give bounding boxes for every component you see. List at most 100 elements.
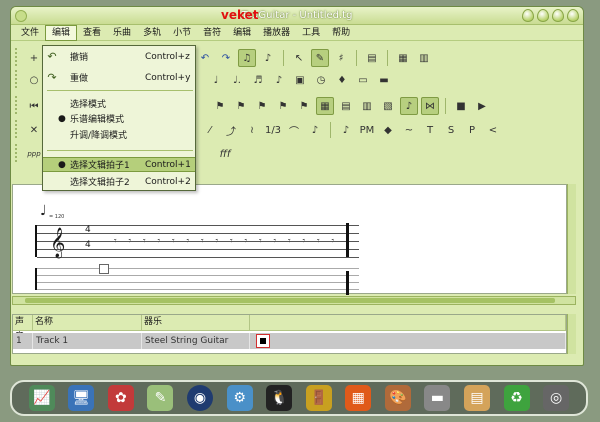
rest-note[interactable]: 𝄾 xyxy=(245,236,248,247)
mixed-view-icon[interactable]: ⋈ xyxy=(421,97,439,115)
chart-app-icon[interactable]: 📈 xyxy=(28,385,55,411)
marker-icon[interactable]: ▭ xyxy=(354,71,372,89)
camera-icon[interactable]: ◎ xyxy=(543,385,570,411)
score-vertical-scrollbar[interactable] xyxy=(567,184,576,294)
menu-note[interactable]: 音符 xyxy=(197,26,227,40)
column-header-number[interactable]: 声音 xyxy=(13,315,33,342)
toolbar-grip[interactable] xyxy=(15,48,20,66)
palm-mute-button[interactable]: PM xyxy=(358,121,376,139)
sharp-icon[interactable]: ♯ xyxy=(332,49,350,67)
network-icon[interactable]: ⚙ xyxy=(226,385,253,411)
note-cursor[interactable] xyxy=(99,264,109,274)
recycle-icon[interactable]: ♻ xyxy=(503,385,530,411)
new-file-icon[interactable]: + xyxy=(25,49,43,67)
flag-icon[interactable]: ⚑ xyxy=(274,97,292,115)
rest-note[interactable]: 𝄾 xyxy=(216,236,219,247)
menu-view[interactable]: 查看 xyxy=(77,26,107,40)
dotted-note-icon[interactable]: ♩. xyxy=(228,71,246,89)
first-measure-icon[interactable]: ⏮ xyxy=(25,97,43,115)
menu-item-transpose-mode[interactable]: 升调/降调模式 xyxy=(43,127,195,142)
staccato-icon[interactable]: ♪ xyxy=(306,121,324,139)
menu-player[interactable]: 播放器 xyxy=(257,26,296,40)
game-icon[interactable]: ✿ xyxy=(107,385,134,411)
track-scrollbar[interactable] xyxy=(567,314,576,354)
toolbar-grip[interactable] xyxy=(15,70,20,88)
undo-icon[interactable]: ↶ xyxy=(196,49,214,67)
column-header-name[interactable]: 名称 xyxy=(33,315,142,331)
track-color-swatch[interactable] xyxy=(256,334,270,348)
play-icon[interactable]: ▶ xyxy=(473,97,491,115)
bend-icon[interactable]: ⤴ xyxy=(222,121,240,139)
menu-tracks[interactable]: 多轨 xyxy=(137,26,167,40)
toolbar-grip[interactable] xyxy=(15,120,20,138)
toolbar-grip[interactable] xyxy=(15,96,20,114)
rest-note[interactable]: 𝄾 xyxy=(332,236,335,247)
rest-note[interactable]: 𝄾 xyxy=(317,236,320,247)
close-button[interactable] xyxy=(567,9,579,22)
paint-icon[interactable]: ✎ xyxy=(147,385,174,411)
slur-icon[interactable]: ⌒ xyxy=(285,121,303,139)
tab-view-icon[interactable]: ▤ xyxy=(337,97,355,115)
score-view-icon[interactable]: ▦ xyxy=(316,97,334,115)
gallery-icon[interactable]: ▦ xyxy=(345,385,372,411)
toolbar-grip[interactable] xyxy=(15,144,20,162)
rest-note[interactable]: 𝄾 xyxy=(143,236,146,247)
media-player-icon[interactable]: ◉ xyxy=(187,385,214,411)
minimize-button[interactable] xyxy=(537,9,549,22)
note-view-icon[interactable]: ♪ xyxy=(400,97,418,115)
menu-measure[interactable]: 小节 xyxy=(167,26,197,40)
rest-note[interactable]: 𝄾 xyxy=(172,236,175,247)
menu-item-select-mode[interactable]: 选择模式 xyxy=(43,96,195,111)
rest-note[interactable]: 𝄾 xyxy=(230,236,233,247)
scrollbar-thumb[interactable] xyxy=(25,298,555,303)
menu-edit2[interactable]: 编辑 xyxy=(227,26,257,40)
tux-penguin-icon[interactable]: 🐧 xyxy=(266,385,293,411)
menu-file[interactable]: 文件 xyxy=(15,26,45,40)
dead-note-icon[interactable]: ✕ xyxy=(25,121,43,139)
rest-note[interactable]: 𝄾 xyxy=(303,236,306,247)
exit-door-icon[interactable]: 🚪 xyxy=(305,385,332,411)
vibrato-icon[interactable]: ≀ xyxy=(243,121,261,139)
redo-icon[interactable]: ↷ xyxy=(217,49,235,67)
menu-help[interactable]: 帮助 xyxy=(326,26,356,40)
column-header-instrument[interactable]: 器乐 xyxy=(142,315,250,331)
track-number[interactable]: 1 xyxy=(13,333,33,349)
pencil-icon[interactable]: ✎ xyxy=(311,49,329,67)
rest-note[interactable]: 𝄾 xyxy=(288,236,291,247)
rest-note[interactable]: 𝄾 xyxy=(274,236,277,247)
dynamic-fff-button[interactable]: fff xyxy=(216,145,234,163)
slapping-button[interactable]: S xyxy=(442,121,460,139)
column-header-extra[interactable] xyxy=(250,315,566,331)
rest-note[interactable]: 𝄾 xyxy=(129,236,132,247)
shade-button[interactable] xyxy=(522,9,534,22)
track-name[interactable]: Track 1 xyxy=(33,333,142,349)
layout-icon[interactable]: ▥ xyxy=(358,97,376,115)
popping-button[interactable]: P xyxy=(463,121,481,139)
fade-in-icon[interactable]: < xyxy=(484,121,502,139)
edit-mode-icon[interactable]: ♫ xyxy=(238,49,256,67)
track-instrument[interactable]: Steel String Guitar xyxy=(142,333,250,349)
arrow-select-icon[interactable]: ↖ xyxy=(290,49,308,67)
menu-tools[interactable]: 工具 xyxy=(296,26,326,40)
chord-box-icon[interactable]: ▣ xyxy=(291,71,309,89)
chord-icon[interactable]: ♪ xyxy=(259,49,277,67)
dynamic-ppp-button[interactable]: ppp xyxy=(25,145,43,163)
computer-icon[interactable]: 🖥 xyxy=(68,385,95,411)
measure-remove-icon[interactable]: ▥ xyxy=(415,49,433,67)
menu-item-undo[interactable]: ↶ 撤销 Control+z xyxy=(43,49,195,64)
flag-icon[interactable]: ⚑ xyxy=(232,97,250,115)
usb-drive-icon[interactable]: ▬ xyxy=(424,385,451,411)
menu-item-voice-2[interactable]: 选择文辑拍子2 Control+2 xyxy=(43,174,195,189)
timer-icon[interactable]: ◷ xyxy=(312,71,330,89)
trill-icon[interactable]: ~ xyxy=(400,121,418,139)
menu-item-edit-mode[interactable]: ● 乐谱编辑模式 xyxy=(43,111,195,126)
palette-icon[interactable]: 🎨 xyxy=(384,385,411,411)
maximize-button[interactable] xyxy=(552,9,564,22)
tuplet-icon[interactable]: ♬ xyxy=(249,71,267,89)
rest-note[interactable]: 𝄾 xyxy=(114,236,117,247)
rest-note[interactable]: 𝄾 xyxy=(201,236,204,247)
flag-icon[interactable]: ⚑ xyxy=(295,97,313,115)
document-icon[interactable]: ▤ xyxy=(463,385,490,411)
repeat-icon[interactable]: ▬ xyxy=(375,71,393,89)
flag-icon[interactable]: ⚑ xyxy=(253,97,271,115)
